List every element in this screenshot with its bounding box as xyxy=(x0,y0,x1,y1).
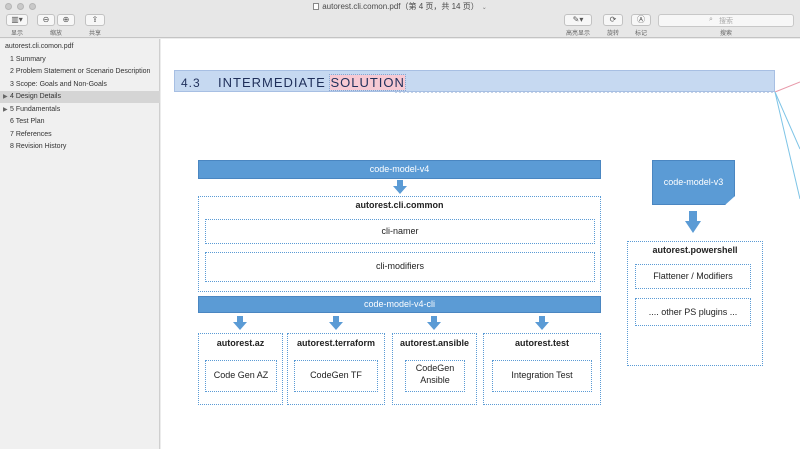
outline-item-label: 8 Revision History xyxy=(10,143,67,150)
outline-item-fundamentals[interactable]: ▶ 5 Fundamentals xyxy=(0,104,160,116)
outline-item-test-plan[interactable]: 6 Test Plan xyxy=(0,116,160,128)
autorest-powershell-title: autorest.powershell xyxy=(652,245,738,255)
rotate-button[interactable]: ⟳ xyxy=(603,14,623,26)
search-placeholder: 搜索 xyxy=(719,18,733,25)
markup-icon: Ⓐ xyxy=(637,15,645,24)
other-ps-plugins-label: .... other PS plugins ... xyxy=(648,307,738,317)
pdf-page: 4.3 INTERMEDIATE SOLUTION code-model-v4 … xyxy=(161,39,800,449)
rotate-icon: ⟳ xyxy=(609,15,617,24)
zoom-in-icon: ⊕ xyxy=(62,15,70,24)
zoom-out-button[interactable]: ⊖ xyxy=(37,14,55,26)
outline-item-label: 3 Scope: Goals and Non-Goals xyxy=(10,81,107,88)
outline-item-problem-statement[interactable]: 2 Problem Statement or Scenario Descript… xyxy=(0,66,160,78)
sidebar-outline: autorest.cli.comon.pdf 1 Summary 2 Probl… xyxy=(0,39,160,449)
cli-modifiers-label: cli-modifiers xyxy=(375,261,424,271)
outline-item-summary[interactable]: 1 Summary xyxy=(0,54,160,66)
section-title: INTERMEDIATE SOLUTION xyxy=(218,74,406,91)
disclosure-triangle-icon[interactable]: ▶ xyxy=(3,104,8,116)
outline-item-revision-history[interactable]: 8 Revision History xyxy=(0,141,160,153)
down-arrow-icon xyxy=(393,180,407,194)
share-icon: ⇪ xyxy=(91,15,99,24)
codegen-ansible-label: CodeGen Ansible xyxy=(415,363,455,385)
outline-item-scope[interactable]: 3 Scope: Goals and Non-Goals xyxy=(0,79,160,91)
down-arrow-icon xyxy=(535,316,549,330)
disclosure-triangle-icon[interactable]: ▶ xyxy=(3,91,8,103)
highlighted-text[interactable]: SOLUTION xyxy=(329,74,406,91)
outline-item-label: 1 Summary xyxy=(10,56,46,63)
sidebar-icon: ▥▾ xyxy=(11,15,23,24)
outline-item-label: 5 Fundamentals xyxy=(10,106,61,113)
codegen-tf-label: CodeGen TF xyxy=(310,370,362,380)
search-label: 搜索 xyxy=(719,31,732,37)
cli-common-title: autorest.cli.common xyxy=(355,200,444,210)
share-button[interactable]: ⇪ xyxy=(85,14,105,26)
down-arrow-icon xyxy=(329,316,343,330)
section-title-prefix: INTERMEDIATE xyxy=(218,75,331,90)
search-input[interactable]: ⌕ 搜索 xyxy=(658,14,794,27)
outline-item-label: 6 Test Plan xyxy=(10,118,45,125)
flattener-modifiers-label: Flattener / Modifiers xyxy=(653,271,733,281)
pen-icon: ✎▾ xyxy=(572,15,584,24)
document-icon xyxy=(313,3,320,10)
down-arrow-icon xyxy=(685,211,701,233)
section-number: 4.3 xyxy=(181,76,201,90)
chevron-down-icon[interactable]: ⌄ xyxy=(482,5,487,11)
markup-label: 标记 xyxy=(634,31,647,37)
code-model-v3-box: code-model-v3 xyxy=(652,160,735,205)
share-label: 共享 xyxy=(88,31,101,37)
integration-test-label: Integration Test xyxy=(511,370,573,380)
section-heading: 4.3 INTERMEDIATE SOLUTION xyxy=(174,70,775,92)
zoom-label: 缩放 xyxy=(49,31,62,37)
outline-item-references[interactable]: 7 References xyxy=(0,129,160,141)
down-arrow-icon xyxy=(427,316,441,330)
highlight-button[interactable]: ✎▾ xyxy=(564,14,592,26)
autorest-ansible-title: autorest.ansible xyxy=(399,338,470,348)
code-model-v4-cli-bar: code-model-v4-cli xyxy=(198,296,601,313)
outline-item-label: 2 Problem Statement or Scenario Descript… xyxy=(10,68,151,75)
window-title[interactable]: autorest.cli.comon.pdf（第 4 页，共 14 页） ⌄ xyxy=(0,1,800,12)
sidebar-toggle-button[interactable]: ▥▾ xyxy=(6,14,28,26)
autorest-test-title: autorest.test xyxy=(514,338,569,348)
search-icon: ⌕ xyxy=(709,16,713,23)
code-gen-az-label: Code Gen AZ xyxy=(213,370,269,380)
outline-item-label: 4 Design Details xyxy=(10,93,61,100)
highlight-label: 高亮显示 xyxy=(565,31,590,37)
rotate-label: 旋转 xyxy=(606,31,619,37)
code-model-v4-bar: code-model-v4 xyxy=(198,160,601,179)
zoom-in-button[interactable]: ⊕ xyxy=(57,14,75,26)
outline-item-design-details[interactable]: ▶ 4 Design Details xyxy=(0,91,160,103)
cli-namer-label: cli-namer xyxy=(381,226,419,236)
autorest-terraform-title: autorest.terraform xyxy=(296,338,376,348)
toolbar: ▥▾ 显示 ⊖ ⊕ 缩放 ⇪ 共享 ✎▾ 高亮显示 ⟳ 旋转 Ⓐ 标记 ⌕ 搜索… xyxy=(0,12,800,38)
window-titlebar: autorest.cli.comon.pdf（第 4 页，共 14 页） ⌄ xyxy=(0,0,800,12)
sidebar-toggle-label: 显示 xyxy=(10,31,23,37)
down-arrow-icon xyxy=(233,316,247,330)
sidebar-document-name[interactable]: autorest.cli.comon.pdf xyxy=(5,43,73,50)
zoom-out-icon: ⊖ xyxy=(42,15,50,24)
outline-item-label: 7 References xyxy=(10,131,52,138)
autorest-az-title: autorest.az xyxy=(216,338,265,348)
markup-button[interactable]: Ⓐ xyxy=(631,14,651,26)
window-title-text: autorest.cli.comon.pdf（第 4 页，共 14 页） xyxy=(322,2,479,11)
